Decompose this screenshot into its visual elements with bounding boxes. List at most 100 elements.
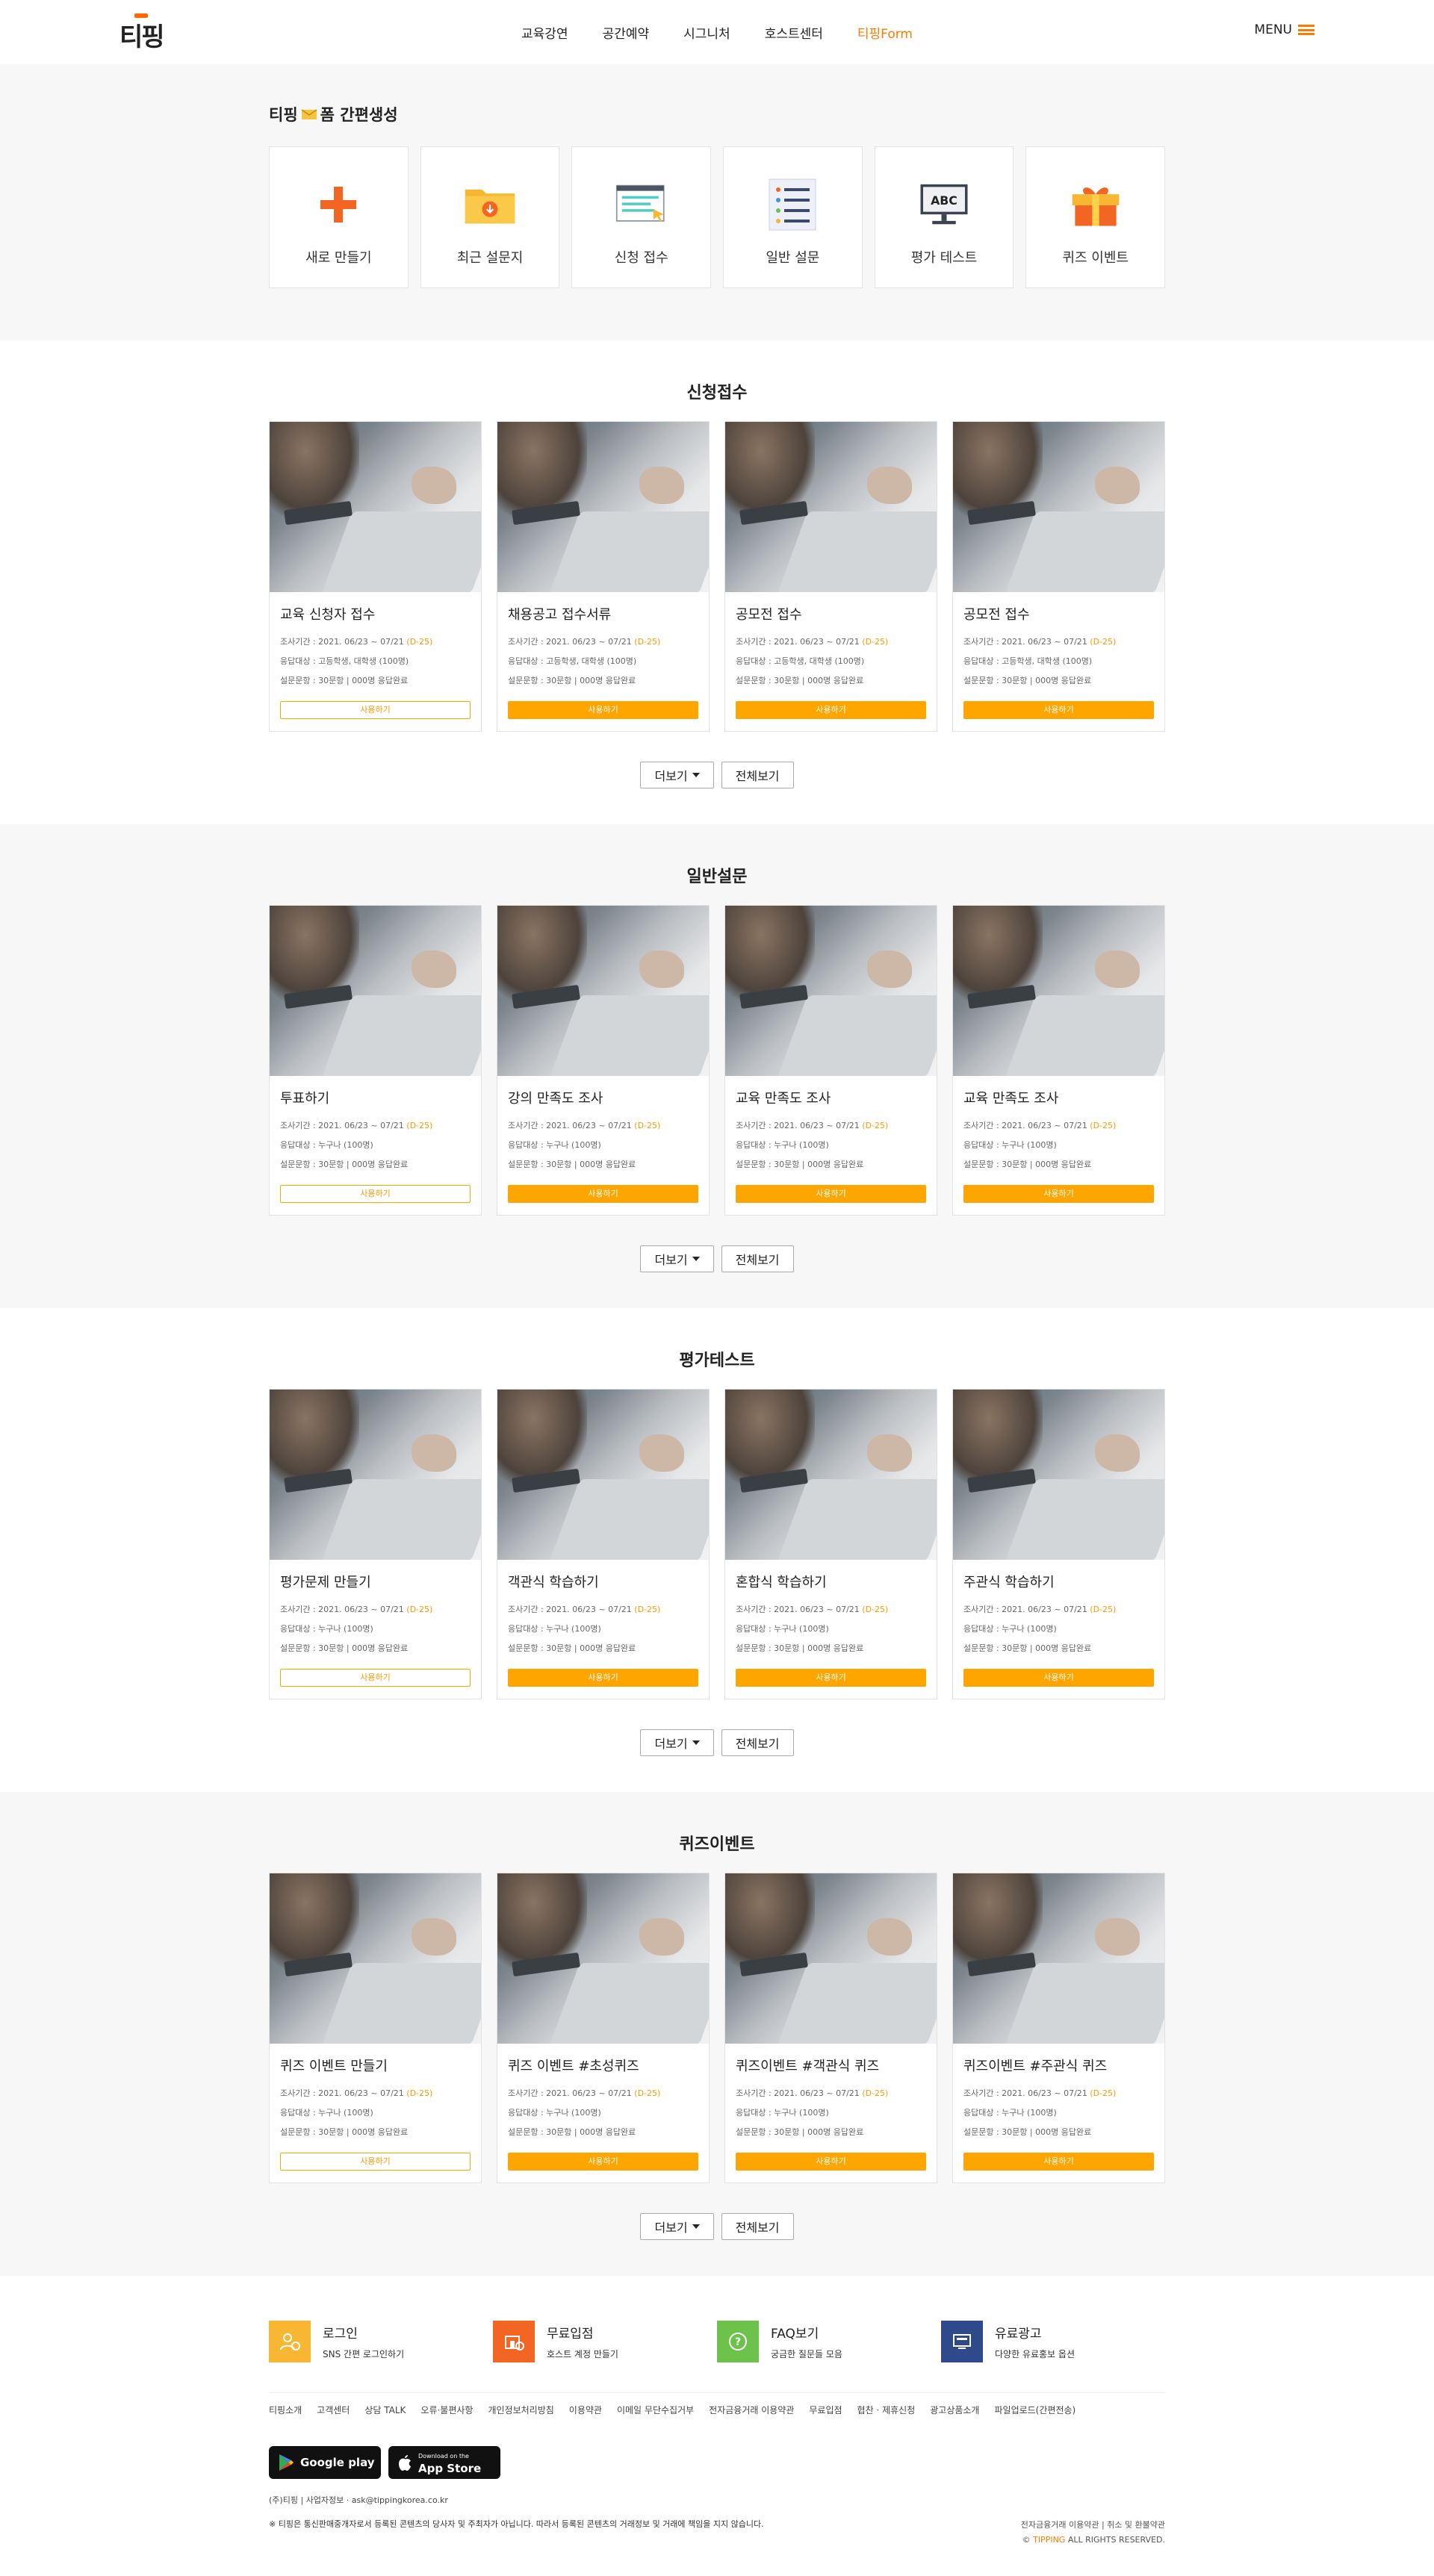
quick-item-new[interactable]: 새로 만들기 xyxy=(269,146,409,288)
nav-item-signature[interactable]: 시그니처 xyxy=(683,23,730,42)
card-title: 퀴즈 이벤트 #초성퀴즈 xyxy=(508,2059,639,2074)
footer-link[interactable]: 파일업로드(간편전송) xyxy=(994,2404,1076,2416)
use-button[interactable]: 사용하기 xyxy=(963,1185,1154,1203)
use-button[interactable]: 사용하기 xyxy=(280,1669,471,1687)
footer-terms[interactable]: 전자금융거래 이용약관 | 취소 및 환불약관 xyxy=(1021,2518,1165,2533)
nav-item-host-center[interactable]: 호스트센터 xyxy=(765,23,823,42)
form-card[interactable]: 객관식 학습하기 조사기간 : 2021. 06/23 ~ 07/21 (D-2… xyxy=(497,1389,710,1699)
use-button[interactable]: 사용하기 xyxy=(963,1669,1154,1687)
form-card[interactable]: 퀴즈이벤트 #객관식 퀴즈 조사기간 : 2021. 06/23 ~ 07/21… xyxy=(724,1873,937,2183)
title-suffix: 폼 간편생성 xyxy=(320,106,398,124)
use-button[interactable]: 사용하기 xyxy=(508,2153,698,2171)
form-card[interactable]: 강의 만족도 조사 조사기간 : 2021. 06/23 ~ 07/21 (D-… xyxy=(497,905,710,1216)
card-list: 평가문제 만들기 조사기간 : 2021. 06/23 ~ 07/21 (D-2… xyxy=(269,1389,1165,1699)
card-status: 설문문항 : 30문항 | 000명 응답완료 xyxy=(963,1643,1092,1653)
footer-services: 로그인 SNS 간편 로그인하기 무료입점 호스트 계정 만들기 ? FAQ보기… xyxy=(269,2321,1165,2362)
form-card[interactable]: 주관식 학습하기 조사기간 : 2021. 06/23 ~ 07/21 (D-2… xyxy=(952,1389,1165,1699)
use-button[interactable]: 사용하기 xyxy=(736,1669,926,1687)
view-all-button[interactable]: 전체보기 xyxy=(721,1729,794,1756)
footer-link[interactable]: 고객센터 xyxy=(317,2404,350,2416)
quick-item-apply[interactable]: 신청 접수 xyxy=(571,146,712,288)
card-title: 퀴즈이벤트 #주관식 퀴즈 xyxy=(963,2059,1108,2074)
card-title: 퀴즈 이벤트 만들기 xyxy=(280,2059,388,2074)
google-play-badge[interactable]: Google play xyxy=(269,2446,381,2479)
more-button[interactable]: 더보기 xyxy=(640,2213,714,2240)
card-period: 조사기간 : 2021. 06/23 ~ 07/21 (D-25) xyxy=(280,1600,471,1620)
card-thumbnail xyxy=(270,906,481,1076)
nav-item-tipping-form[interactable]: 티핑Form xyxy=(857,23,913,42)
footer-link[interactable]: 협찬 · 제휴신청 xyxy=(857,2404,916,2416)
view-all-button[interactable]: 전체보기 xyxy=(721,1245,794,1272)
more-button[interactable]: 더보기 xyxy=(640,762,714,788)
quick-item-test[interactable]: ABC 평가 테스트 xyxy=(874,146,1014,288)
footer-link[interactable]: 전자금융거래 이용약관 xyxy=(709,2404,794,2416)
nav-item-lecture[interactable]: 교육강연 xyxy=(521,23,568,42)
more-button[interactable]: 더보기 xyxy=(640,1245,714,1272)
period-text: 조사기간 : 2021. 06/23 ~ 07/21 xyxy=(963,637,1087,647)
service-title: 유료광고 xyxy=(995,2327,1042,2342)
form-card[interactable]: 교육 만족도 조사 조사기간 : 2021. 06/23 ~ 07/21 (D-… xyxy=(952,905,1165,1216)
form-card[interactable]: 교육 만족도 조사 조사기간 : 2021. 06/23 ~ 07/21 (D-… xyxy=(724,905,937,1216)
footer-link[interactable]: 오류·불편사항 xyxy=(420,2404,473,2416)
form-card[interactable]: 채용공고 접수서류 조사기간 : 2021. 06/23 ~ 07/21 (D-… xyxy=(497,421,710,732)
dday-badge: (D-25) xyxy=(406,1121,433,1130)
use-button[interactable]: 사용하기 xyxy=(736,701,926,719)
quick-item-recent[interactable]: 최근 설문지 xyxy=(420,146,560,288)
form-card[interactable]: 혼합식 학습하기 조사기간 : 2021. 06/23 ~ 07/21 (D-2… xyxy=(724,1389,937,1699)
quick-item-label: 퀴즈 이벤트 xyxy=(1062,250,1129,266)
card-thumbnail xyxy=(725,1873,937,2044)
view-all-button[interactable]: 전체보기 xyxy=(721,762,794,788)
use-button[interactable]: 사용하기 xyxy=(963,701,1154,719)
section-actions: 더보기 전체보기 xyxy=(269,1729,1165,1756)
form-card[interactable]: 공모전 접수 조사기간 : 2021. 06/23 ~ 07/21 (D-25)… xyxy=(952,421,1165,732)
app-store-badge[interactable]: Download on the App Store xyxy=(388,2446,500,2479)
use-button[interactable]: 사용하기 xyxy=(736,1185,926,1203)
footer-link[interactable]: 개인정보처리방침 xyxy=(488,2404,553,2416)
section-inner: 평가테스트 평가문제 만들기 조사기간 : 2021. 06/23 ~ 07/2… xyxy=(269,1347,1165,1756)
view-all-button[interactable]: 전체보기 xyxy=(721,2213,794,2240)
form-card[interactable]: 퀴즈 이벤트 #초성퀴즈 조사기간 : 2021. 06/23 ~ 07/21 … xyxy=(497,1873,710,2183)
card-body: 퀴즈이벤트 #객관식 퀴즈 조사기간 : 2021. 06/23 ~ 07/21… xyxy=(725,2044,937,2171)
more-button[interactable]: 더보기 xyxy=(640,1729,714,1756)
footer-link[interactable]: 광고상품소개 xyxy=(930,2404,979,2416)
document-cursor-icon xyxy=(615,178,668,231)
footer-link[interactable]: 티핑소개 xyxy=(269,2404,302,2416)
form-card[interactable]: 투표하기 조사기간 : 2021. 06/23 ~ 07/21 (D-25) 응… xyxy=(269,905,482,1216)
footer-link[interactable]: 이용약관 xyxy=(569,2404,602,2416)
period-text: 조사기간 : 2021. 06/23 ~ 07/21 xyxy=(280,637,404,647)
use-button[interactable]: 사용하기 xyxy=(508,1669,698,1687)
card-status: 설문문항 : 30문항 | 000명 응답완료 xyxy=(508,676,636,685)
form-card[interactable]: 교육 신청자 접수 조사기간 : 2021. 06/23 ~ 07/21 (D-… xyxy=(269,421,482,732)
service-login[interactable]: 로그인 SNS 간편 로그인하기 xyxy=(269,2321,493,2362)
use-button[interactable]: 사용하기 xyxy=(736,2153,926,2171)
site-header: 티핑 교육강연 공간예약 시그니처 호스트센터 티핑Form MENU xyxy=(0,0,1434,64)
service-free-entry[interactable]: 무료입점 호스트 계정 만들기 xyxy=(493,2321,717,2362)
service-text: FAQ보기 궁금한 질문들 모음 xyxy=(771,2323,842,2360)
section-actions: 더보기 전체보기 xyxy=(269,2213,1165,2240)
use-button[interactable]: 사용하기 xyxy=(280,2153,471,2171)
form-card[interactable]: 퀴즈 이벤트 만들기 조사기간 : 2021. 06/23 ~ 07/21 (D… xyxy=(269,1873,482,2183)
dday-badge: (D-25) xyxy=(1090,1605,1117,1614)
service-faq[interactable]: ? FAQ보기 궁금한 질문들 모음 xyxy=(717,2321,941,2362)
use-button[interactable]: 사용하기 xyxy=(280,1185,471,1203)
use-button[interactable]: 사용하기 xyxy=(963,2153,1154,2171)
nav-item-space[interactable]: 공간예약 xyxy=(603,23,650,42)
footer-link[interactable]: 상담 TALK xyxy=(364,2404,406,2416)
content-sections: 신청접수 교육 신청자 접수 조사기간 : 2021. 06/23 ~ 07/2… xyxy=(0,340,1434,2276)
service-paid-ad[interactable]: 유료광고 다양한 유료홍보 옵션 xyxy=(941,2321,1165,2362)
menu-button[interactable]: MENU xyxy=(1254,22,1314,37)
quick-item-quiz[interactable]: 퀴즈 이벤트 xyxy=(1025,146,1166,288)
use-button[interactable]: 사용하기 xyxy=(508,1185,698,1203)
footer-link[interactable]: 이메일 무단수집거부 xyxy=(617,2404,694,2416)
quick-item-survey[interactable]: 일반 설문 xyxy=(723,146,863,288)
form-card[interactable]: 퀴즈이벤트 #주관식 퀴즈 조사기간 : 2021. 06/23 ~ 07/21… xyxy=(952,1873,1165,2183)
form-card[interactable]: 공모전 접수 조사기간 : 2021. 06/23 ~ 07/21 (D-25)… xyxy=(724,421,937,732)
card-thumbnail xyxy=(953,1390,1164,1560)
use-button[interactable]: 사용하기 xyxy=(280,701,471,719)
card-period: 조사기간 : 2021. 06/23 ~ 07/21 (D-25) xyxy=(963,2084,1154,2103)
apple-icon xyxy=(399,2455,411,2471)
use-button[interactable]: 사용하기 xyxy=(508,701,698,719)
footer-link[interactable]: 무료입점 xyxy=(809,2404,842,2416)
dday-badge: (D-25) xyxy=(1090,637,1117,647)
form-card[interactable]: 평가문제 만들기 조사기간 : 2021. 06/23 ~ 07/21 (D-2… xyxy=(269,1389,482,1699)
